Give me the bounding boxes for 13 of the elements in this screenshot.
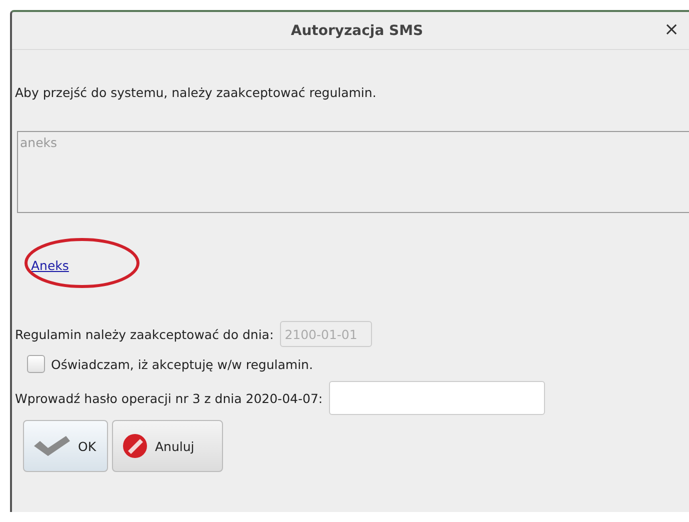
cancel-icon: [121, 432, 149, 460]
intro-text: Aby przejść do systemu, należy zaakceptować regulamin.: [15, 85, 378, 102]
consent-checkbox[interactable]: [27, 355, 45, 373]
consent-label: Oświadczam, iż akceptuję w/w regulamin.: [51, 356, 313, 372]
close-button[interactable]: ×: [660, 19, 684, 41]
checkmark-icon: [32, 434, 72, 458]
ok-button[interactable]: OK: [23, 420, 108, 472]
password-label: Wprowadź hasło operacji nr 3 z dnia 2020-04-07:: [15, 390, 323, 406]
aneks-link[interactable]: Aneks: [31, 258, 69, 272]
cancel-button[interactable]: Anuluj: [112, 420, 223, 472]
password-field[interactable]: [328, 381, 545, 415]
window-title: Autoryzacja SMS: [290, 22, 424, 38]
deadline-label: Regulamin należy zaakceptować do dnia:: [15, 326, 274, 342]
